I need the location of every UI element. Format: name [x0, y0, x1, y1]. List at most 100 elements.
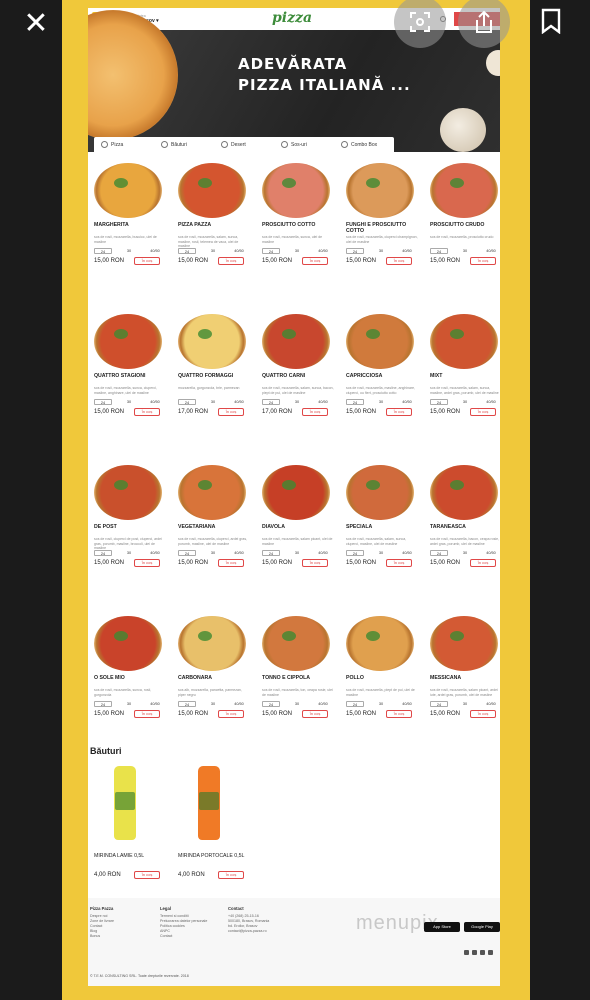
footer-email[interactable]: contact@pizza-pazza.ro [228, 929, 318, 934]
size-option[interactable]: 24 [346, 248, 364, 254]
add-to-cart-button[interactable]: În coș [134, 408, 160, 416]
size-option[interactable]: 30 [120, 248, 138, 254]
pizza-image[interactable] [430, 616, 498, 671]
size-option[interactable]: 24 [178, 248, 196, 254]
size-option[interactable]: 24 [430, 248, 448, 254]
youtube-icon[interactable] [488, 950, 493, 955]
size-option[interactable]: 24 [178, 399, 196, 405]
pizza-image[interactable] [346, 616, 414, 671]
size-option[interactable]: 40/50 [398, 399, 416, 405]
google-play-badge[interactable]: Google Play [464, 922, 500, 932]
size-option[interactable]: 40/50 [314, 701, 332, 707]
pizza-image[interactable] [178, 314, 246, 369]
size-option[interactable]: 40/50 [482, 550, 500, 556]
size-option[interactable]: 24 [346, 701, 364, 707]
pizza-card[interactable]: QUATTRO CARNI sos de rosii, mozzarella, s… [258, 311, 342, 462]
size-option[interactable]: 40/50 [146, 248, 164, 254]
bookmark-icon[interactable] [536, 6, 566, 36]
size-option[interactable]: 30 [288, 701, 306, 707]
size-option[interactable]: 40/50 [230, 248, 248, 254]
size-option[interactable]: 40/50 [230, 399, 248, 405]
size-option[interactable]: 30 [204, 248, 222, 254]
pizza-image[interactable] [94, 465, 162, 520]
pizza-image[interactable] [430, 163, 498, 218]
size-option[interactable]: 24 [430, 550, 448, 556]
add-to-cart-button[interactable]: În coș [218, 257, 244, 265]
add-to-cart-button[interactable]: În coș [218, 559, 244, 567]
pizza-card[interactable]: DE POST sos de rosii, ciuperci de post, c… [90, 462, 174, 613]
footer-link[interactable]: Bonus [90, 934, 114, 939]
pizza-card[interactable]: PROSCIUTTO CRUDO sos de rosii, mozzarella… [426, 160, 500, 311]
size-option[interactable]: 24 [430, 399, 448, 405]
pizza-image[interactable] [346, 314, 414, 369]
pizza-card[interactable]: POLLO sos de rosii, mozzarella, piept de … [342, 613, 426, 764]
size-option[interactable]: 40/50 [146, 701, 164, 707]
size-option[interactable]: 24 [262, 248, 280, 254]
tab-dessert[interactable]: Desert [214, 141, 274, 148]
drink-card[interactable]: MIRINDA LAMIE 0,5L 4,00 RON În coș [90, 760, 174, 885]
pizza-image[interactable] [94, 616, 162, 671]
size-option[interactable]: 30 [288, 399, 306, 405]
add-to-cart-button[interactable]: În coș [386, 408, 412, 416]
size-option[interactable]: 24 [94, 701, 112, 707]
pizza-card[interactable]: MIXT sos de rosii, mozzarella, salam, sun… [426, 311, 500, 462]
tab-combo-box[interactable]: Combo Box [334, 141, 394, 148]
pizza-card[interactable]: PROSCIUTTO COTTO sos de rosii, mozzarella… [258, 160, 342, 311]
pizza-card[interactable]: SPECIALA sos de rosii, mozzarella, salam,… [342, 462, 426, 613]
size-option[interactable]: 30 [372, 701, 390, 707]
size-option[interactable]: 30 [372, 550, 390, 556]
pizza-card[interactable]: QUATTRO STAGIONI sos de rosii, mozzarella… [90, 311, 174, 462]
add-to-cart-button[interactable]: În coș [386, 257, 412, 265]
size-option[interactable]: 40/50 [146, 550, 164, 556]
add-to-cart-button[interactable]: În coș [386, 559, 412, 567]
pizza-image[interactable] [430, 465, 498, 520]
size-option[interactable]: 40/50 [398, 550, 416, 556]
add-to-cart-button[interactable]: În coș [302, 408, 328, 416]
pizza-card[interactable]: PIZZA PAZZA sos de rosii, mozzarella, sal… [174, 160, 258, 311]
pizza-card[interactable]: O SOLE MIO sos de rosii, mozzarella, sunc… [90, 613, 174, 764]
pizza-image[interactable] [346, 163, 414, 218]
app-store-badge[interactable]: App Store [424, 922, 460, 932]
size-option[interactable]: 30 [120, 399, 138, 405]
size-option[interactable]: 30 [120, 701, 138, 707]
add-to-cart-button[interactable]: În coș [302, 559, 328, 567]
add-to-cart-button[interactable]: În coș [470, 559, 496, 567]
add-to-cart-button[interactable]: În coș [218, 710, 244, 718]
instagram-icon[interactable] [472, 950, 477, 955]
pizza-image[interactable] [262, 465, 330, 520]
pizza-image[interactable] [430, 314, 498, 369]
size-option[interactable]: 30 [456, 701, 474, 707]
size-option[interactable]: 24 [262, 701, 280, 707]
site-logo[interactable]: pizza [272, 10, 312, 26]
add-to-cart-button[interactable]: În coș [134, 710, 160, 718]
add-to-cart-button[interactable]: În coș [302, 710, 328, 718]
size-option[interactable]: 40/50 [314, 248, 332, 254]
pizza-card[interactable]: CARBONARA sos alb, mozzarella, pancetta, … [174, 613, 258, 764]
size-option[interactable]: 30 [288, 550, 306, 556]
tab-drinks[interactable]: Băuturi [154, 141, 214, 148]
size-option[interactable]: 30 [456, 550, 474, 556]
size-option[interactable]: 24 [430, 701, 448, 707]
pizza-image[interactable] [94, 163, 162, 218]
size-option[interactable]: 24 [94, 550, 112, 556]
pizza-card[interactable]: CAPRICCIOSA sos de rosii, mozzarella, mas… [342, 311, 426, 462]
size-option[interactable]: 40/50 [314, 550, 332, 556]
drink-bottle-image[interactable] [114, 766, 136, 840]
size-option[interactable]: 24 [94, 399, 112, 405]
facebook-icon[interactable] [464, 950, 469, 955]
add-to-cart-button[interactable]: În coș [470, 408, 496, 416]
size-option[interactable]: 40/50 [482, 399, 500, 405]
drink-card[interactable]: MIRINDA PORTOCALE 0,5L 4,00 RON În coș [174, 760, 258, 885]
pizza-card[interactable]: FUNGHI E PROSCIUTTO COTTO sos de rosii, m… [342, 160, 426, 311]
tab-sauces[interactable]: Sos-uri [274, 141, 334, 148]
drink-bottle-image[interactable] [198, 766, 220, 840]
pizza-image[interactable] [178, 616, 246, 671]
pizza-image[interactable] [178, 465, 246, 520]
add-to-cart-button[interactable]: În coș [470, 710, 496, 718]
size-option[interactable]: 40/50 [230, 550, 248, 556]
size-option[interactable]: 30 [120, 550, 138, 556]
size-option[interactable]: 30 [456, 248, 474, 254]
size-option[interactable]: 24 [178, 701, 196, 707]
size-option[interactable]: 24 [346, 550, 364, 556]
close-icon[interactable]: ✕ [18, 6, 54, 42]
